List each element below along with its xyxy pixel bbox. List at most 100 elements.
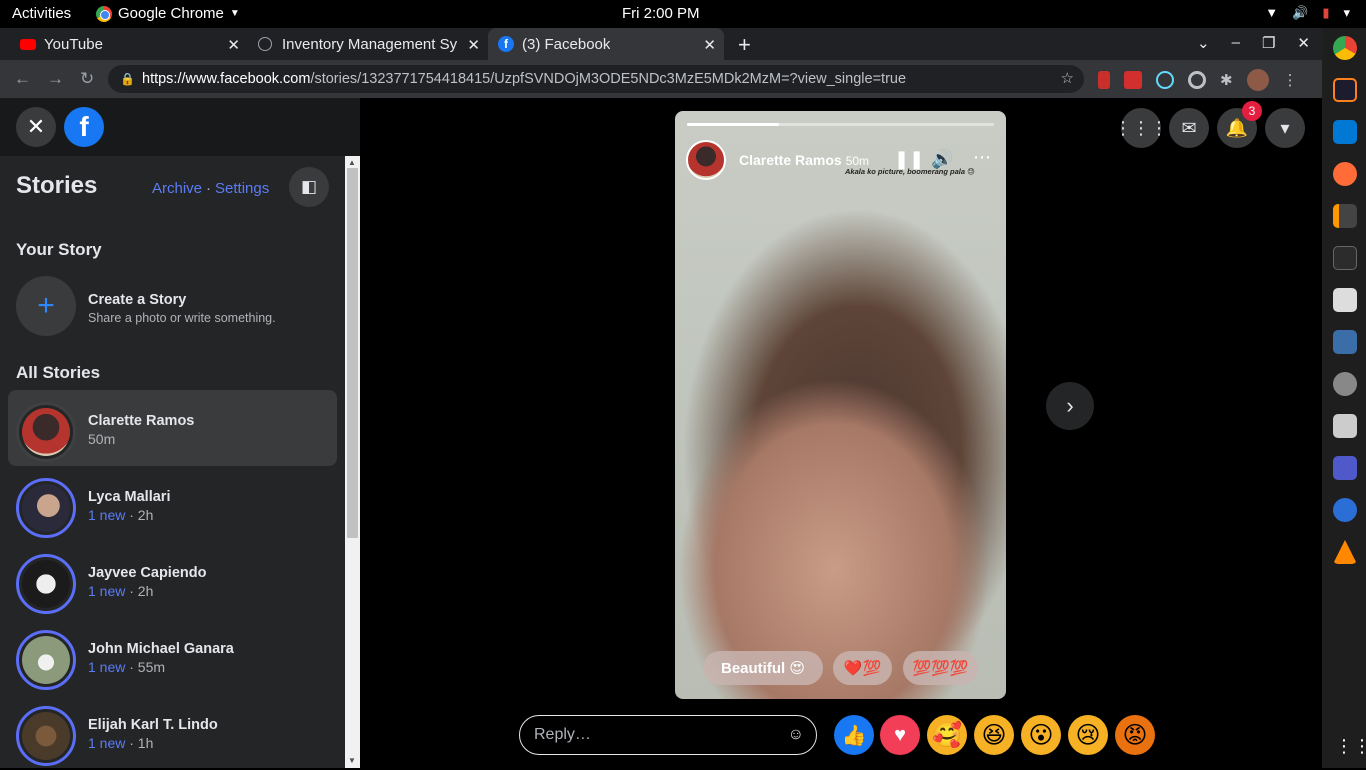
avatar <box>16 478 76 538</box>
new-tab-icon[interactable]: + <box>738 32 751 58</box>
files-icon[interactable] <box>1333 288 1357 312</box>
collapse-sidebar-icon[interactable]: ◧ <box>289 167 329 207</box>
story-time: · 55m <box>125 659 166 675</box>
bookmark-star-icon[interactable]: ☆ <box>1061 65 1074 93</box>
extensions: ✱ ⋮ <box>1098 69 1298 91</box>
sticker-icon[interactable]: ☺ <box>788 716 804 754</box>
story-name: Jayvee Capiendo <box>88 565 207 581</box>
story-item[interactable]: Elijah Karl T. Lindo 1 new · 1h <box>8 694 337 770</box>
separator: · <box>206 180 212 197</box>
menu-kebab-icon[interactable]: ⋮ <box>1283 71 1298 89</box>
close-tab-icon[interactable]: ✕ <box>227 36 240 54</box>
chevron-down-icon: ▼ <box>229 8 240 19</box>
profile-avatar[interactable] <box>1246 69 1269 91</box>
menu-grid-icon[interactable]: ⋮⋮⋮ <box>1114 108 1168 148</box>
restore-icon[interactable]: ❐ <box>1262 34 1275 52</box>
battery-icon: ▮ <box>1322 5 1330 20</box>
scroll-up-icon[interactable]: ▲ <box>348 158 356 167</box>
chrome-dock-icon[interactable] <box>1333 36 1357 60</box>
new-count: 1 new <box>88 583 126 599</box>
puzzle-icon[interactable]: ✱ <box>1220 71 1233 89</box>
quick-reply-chip[interactable]: 💯💯💯 <box>903 651 978 685</box>
angry-reaction-icon[interactable]: 😡 <box>1115 715 1155 755</box>
scrollbar-thumb[interactable] <box>347 168 358 538</box>
toolbar: ← → ↻ 🔒 https://www.facebook.com/stories… <box>0 60 1322 98</box>
vscode-icon[interactable] <box>1333 120 1357 144</box>
vlc-icon[interactable] <box>1333 540 1357 564</box>
mysql-workbench-icon[interactable] <box>1333 330 1357 354</box>
extension-icon[interactable] <box>1098 71 1110 89</box>
sad-reaction-icon[interactable]: 😢 <box>1068 715 1108 755</box>
create-story-plus-icon[interactable]: + <box>16 276 76 336</box>
tab-title: YouTube <box>44 35 103 53</box>
love-reaction-icon[interactable]: ♥ <box>880 715 920 755</box>
lock-icon[interactable]: 🔒 <box>120 65 135 93</box>
settings-link[interactable]: Settings <box>215 180 269 197</box>
haha-reaction-icon[interactable]: 😆 <box>974 715 1014 755</box>
address-bar[interactable]: 🔒 https://www.facebook.com/stories/13237… <box>108 65 1084 93</box>
archive-link[interactable]: Archive <box>152 180 202 197</box>
close-icon[interactable]: ✕ <box>16 107 56 147</box>
all-stories-heading: All Stories <box>16 363 101 382</box>
show-apps-icon[interactable]: ⋮⋮⋮ <box>1335 736 1366 757</box>
volume-icon[interactable]: 🔊 <box>931 149 953 170</box>
reply-input[interactable]: Reply… ☺ <box>519 715 817 755</box>
url-host: https://www.facebook.com <box>142 71 311 87</box>
story-item[interactable]: Jayvee Capiendo 1 new · 2h <box>8 542 337 618</box>
account-chevron-icon[interactable]: ▾ <box>1265 108 1305 148</box>
pause-icon[interactable]: ❚❚ <box>894 149 924 170</box>
like-reaction-icon[interactable]: 👍 <box>834 715 874 755</box>
story-item[interactable]: Lyca Mallari 1 new · 2h <box>8 466 337 542</box>
story-author-avatar[interactable] <box>686 140 726 180</box>
tab-facebook[interactable]: f (3) Facebook ✕ <box>488 28 724 60</box>
extension-icon[interactable] <box>1188 71 1206 89</box>
story-item[interactable]: John Michael Ganara 1 new · 55m <box>8 618 337 694</box>
wps-icon[interactable] <box>1333 498 1357 522</box>
tab-search-icon[interactable]: ⌄ <box>1197 34 1210 52</box>
postman-icon[interactable] <box>1333 162 1357 186</box>
story-time: 50m <box>845 154 870 168</box>
facebook-logo[interactable]: f <box>64 107 104 147</box>
scroll-down-icon[interactable]: ▼ <box>348 756 356 765</box>
react-devtools-icon[interactable] <box>1156 71 1174 89</box>
next-story-button[interactable]: › <box>1046 382 1094 430</box>
back-icon[interactable]: ← <box>14 69 31 89</box>
settings-icon[interactable] <box>1333 372 1357 396</box>
close-window-icon[interactable]: ✕ <box>1297 34 1310 52</box>
tab-inventory[interactable]: Inventory Management Sy ✕ <box>248 28 488 60</box>
system-tray[interactable]: ▼ 🔊 ▮ ▾ <box>1265 5 1350 21</box>
calculator-icon[interactable] <box>1333 414 1357 438</box>
terminal-icon[interactable] <box>1333 246 1357 270</box>
tab-youtube[interactable]: YouTube ✕ <box>0 28 248 60</box>
teams-icon[interactable] <box>1333 456 1357 480</box>
chrome-icon <box>96 5 112 22</box>
story-author[interactable]: Clarette Ramos 50m <box>739 152 869 168</box>
close-tab-icon[interactable]: ✕ <box>467 36 480 54</box>
app-name: Google Chrome <box>118 5 224 22</box>
story-item[interactable]: Clarette Ramos 50m <box>8 390 337 466</box>
minimize-icon[interactable]: – <box>1232 34 1240 52</box>
story-time: · 2h <box>125 583 154 599</box>
quick-reply-chip[interactable]: Beautiful 😍 <box>703 651 823 685</box>
more-options-icon[interactable]: ⋯ <box>973 147 991 168</box>
ubuntu-dock: ⋮⋮⋮ <box>1322 28 1366 768</box>
story-viewer[interactable]: Clarette Ramos 50m Akala ko picture, boom… <box>675 111 1006 699</box>
messenger-icon[interactable]: ✉ <box>1169 108 1209 148</box>
forward-icon[interactable]: → <box>47 69 64 89</box>
app-menu[interactable]: Google Chrome ▼ <box>96 5 240 22</box>
intellij-icon[interactable] <box>1333 78 1357 102</box>
care-reaction-icon[interactable]: 🥰 <box>927 715 967 755</box>
sublime-icon[interactable] <box>1333 204 1357 228</box>
activities-button[interactable]: Activities <box>12 5 71 22</box>
create-story-title[interactable]: Create a Story <box>88 292 186 308</box>
wow-reaction-icon[interactable]: 😮 <box>1021 715 1061 755</box>
close-tab-icon[interactable]: ✕ <box>703 36 716 54</box>
quick-reply-chip[interactable]: ❤️💯 <box>833 651 892 685</box>
extension-icon[interactable] <box>1124 71 1142 89</box>
facebook-stories-page: ✕ f Stories Archive · Settings ◧ Your Stor… <box>0 98 1322 768</box>
nav-buttons: ← → ↻ <box>14 69 94 89</box>
clock[interactable]: Fri 2:00 PM <box>622 5 700 22</box>
story-meta: 1 new · 55m <box>88 659 165 675</box>
sidebar-scrollbar[interactable]: ▲ ▼ <box>345 156 360 768</box>
reload-icon[interactable]: ↻ <box>80 69 94 89</box>
